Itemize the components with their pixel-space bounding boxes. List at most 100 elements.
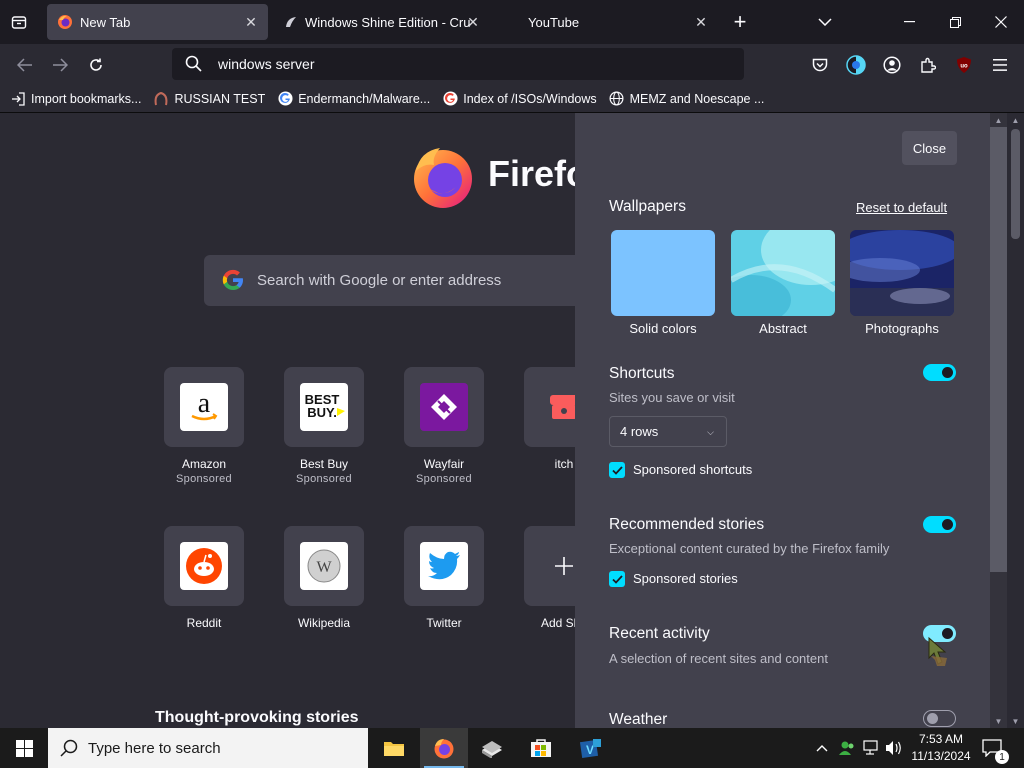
wallpaper-abstract[interactable] — [731, 230, 835, 316]
navigation-toolbar: windows server uo — [0, 44, 1024, 85]
recent-activity-description: A selection of recent sites and content — [609, 651, 828, 666]
bookmark-label: Import bookmarks... — [31, 91, 142, 106]
shortcut-tile-amazon[interactable]: a — [164, 367, 244, 447]
rows-select[interactable]: 4 rows ⌵ — [609, 416, 727, 447]
scroll-down-arrow-icon[interactable]: ▼ — [990, 714, 1007, 728]
reddit-icon — [180, 542, 228, 590]
shortcut-tile-reddit[interactable] — [164, 526, 244, 606]
page-scrollbar[interactable]: ▲ ▼ — [1007, 113, 1024, 728]
file-explorer-icon[interactable] — [370, 728, 418, 768]
windows-taskbar: Type here to search V 7:53 AM 11/13/2024… — [0, 728, 1024, 768]
close-tab-icon[interactable]: ✕ — [692, 13, 710, 31]
reload-icon[interactable] — [83, 52, 109, 78]
close-tab-icon[interactable]: ✕ — [242, 13, 260, 31]
network-icon[interactable] — [862, 738, 882, 758]
address-bar-text[interactable]: windows server — [218, 56, 314, 72]
shortcut-tile-bestbuy[interactable]: BEST BUY. — [284, 367, 364, 447]
sponsored-label: Sponsored — [416, 473, 472, 485]
firefox-taskbar-icon[interactable] — [420, 728, 468, 768]
close-tab-icon[interactable]: ✕ — [464, 13, 482, 31]
tab-title: Windows Shine Edition - Crusty — [305, 14, 470, 30]
close-window-icon[interactable] — [978, 0, 1024, 44]
taskbar-search-placeholder: Type here to search — [88, 739, 221, 757]
bookmark-label: Endermanch/Malware... — [298, 91, 431, 106]
weather-heading: Weather — [609, 711, 668, 728]
bookmark-memz[interactable]: MEMZ and Noescape ... — [609, 91, 765, 107]
scroll-up-arrow-icon[interactable]: ▲ — [990, 113, 1007, 127]
customize-panel: Close Wallpapers Reset to default Solid … — [575, 113, 990, 728]
taskbar-search-box[interactable]: Type here to search — [48, 728, 368, 768]
minimize-icon[interactable] — [886, 0, 932, 44]
shortcut-label: Twitter — [426, 616, 462, 630]
chevron-down-icon[interactable] — [802, 0, 848, 44]
extensions-puzzle-icon[interactable] — [915, 52, 941, 78]
sponsored-stories-checkbox[interactable] — [609, 571, 625, 587]
recommended-stories-toggle[interactable] — [923, 516, 956, 533]
globe-icon — [609, 91, 625, 107]
wallpaper-label: Photographs — [865, 321, 939, 336]
reset-to-default-link[interactable]: Reset to default — [856, 200, 947, 215]
sponsored-shortcuts-checkbox[interactable] — [609, 462, 625, 478]
bookmark-index-isos[interactable]: Index of /ISOs/Windows — [442, 91, 597, 107]
restore-icon[interactable] — [932, 0, 978, 44]
recommended-stories-description: Exceptional content curated by the Firef… — [609, 541, 890, 556]
scroll-up-arrow-icon[interactable]: ▲ — [1007, 113, 1024, 127]
windows-start-icon[interactable] — [0, 728, 48, 768]
bookmark-endermanch[interactable]: Endermanch/Malware... — [277, 91, 430, 107]
scrollbar-thumb[interactable] — [1011, 129, 1020, 239]
ublock-origin-icon[interactable]: uo — [951, 52, 977, 78]
account-icon[interactable] — [879, 52, 905, 78]
shortcut-label: Amazon — [181, 457, 227, 471]
weather-toggle[interactable] — [923, 710, 956, 727]
extension-toggle-icon[interactable] — [843, 52, 869, 78]
search-box[interactable]: Search with Google or enter address — [204, 255, 604, 306]
shortcuts-description: Sites you save or visit — [609, 390, 735, 405]
scroll-down-arrow-icon[interactable]: ▼ — [1007, 714, 1024, 728]
pocket-icon[interactable] — [807, 52, 833, 78]
panel-scrollbar[interactable]: ▲ ▼ ▲ ▼ — [990, 113, 1024, 728]
new-tab-plus-icon[interactable]: + — [717, 0, 763, 44]
books-app-icon[interactable] — [468, 728, 516, 768]
close-button[interactable]: Close — [902, 131, 957, 165]
wallpaper-label: Abstract — [759, 321, 807, 336]
bookmark-russian-test[interactable]: RUSSIAN TEST — [153, 91, 265, 107]
shortcut-tile-wayfair[interactable] — [404, 367, 484, 447]
tab-windows-shine[interactable]: Windows Shine Edition - Crusty ✕ — [274, 4, 488, 40]
forward-arrow-icon[interactable] — [47, 52, 73, 78]
search-icon — [59, 738, 79, 763]
volume-icon[interactable] — [884, 738, 904, 758]
shortcuts-toggle[interactable] — [923, 364, 956, 381]
address-bar[interactable]: windows server — [172, 48, 744, 80]
taskbar-clock[interactable]: 7:53 AM 11/13/2024 — [906, 731, 976, 765]
bookmark-label: MEMZ and Noescape ... — [629, 91, 765, 106]
cursor-pointer-icon — [925, 636, 951, 673]
chevron-down-icon: ⌵ — [707, 427, 714, 437]
sponsored-label: Sponsored — [296, 473, 352, 485]
people-tray-icon[interactable] — [837, 738, 857, 758]
shortcut-label: Reddit — [186, 616, 222, 630]
show-hidden-icons-chevron-icon[interactable] — [812, 738, 832, 758]
scrollbar-thumb[interactable] — [990, 127, 1007, 572]
microsoft-store-icon[interactable] — [517, 728, 565, 768]
firefox-logo-icon — [410, 143, 476, 214]
menu-hamburger-icon[interactable] — [987, 52, 1013, 78]
wallpaper-solid-colors[interactable] — [611, 230, 715, 316]
bookmarks-toolbar: Import bookmarks... RUSSIAN TEST Enderma… — [0, 85, 1024, 113]
shortcut-tile-twitter[interactable] — [404, 526, 484, 606]
back-arrow-icon[interactable] — [12, 52, 38, 78]
wallpaper-photographs[interactable] — [850, 230, 954, 316]
svg-text:V: V — [586, 743, 594, 757]
firefox-icon — [57, 14, 73, 30]
svg-text:BUY.: BUY. — [307, 405, 337, 420]
virtualbox-icon[interactable]: V — [567, 728, 615, 768]
bookmark-import[interactable]: Import bookmarks... — [10, 91, 141, 107]
sponsored-stories-label: Sponsored stories — [633, 571, 738, 586]
list-all-tabs-icon[interactable] — [6, 10, 32, 34]
toggle-knob — [942, 367, 953, 378]
tab-youtube[interactable]: YouTube ✕ — [494, 4, 718, 40]
wallpaper-label: Solid colors — [629, 321, 697, 336]
bookmark-label: Index of /ISOs/Windows — [463, 91, 597, 106]
tab-new-tab[interactable]: New Tab ✕ — [47, 4, 268, 40]
shortcut-tile-wikipedia[interactable]: W — [284, 526, 364, 606]
recent-activity-heading: Recent activity — [609, 625, 710, 642]
